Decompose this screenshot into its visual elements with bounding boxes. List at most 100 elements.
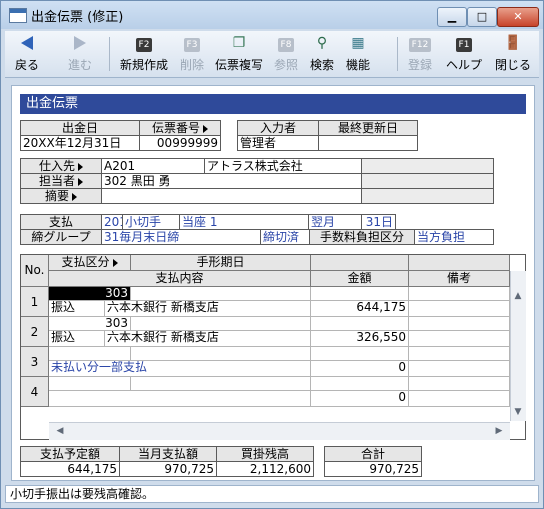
row-bill-date-cell[interactable] <box>131 317 311 331</box>
arrow-left-icon <box>9 33 45 53</box>
back-button[interactable]: 戻る <box>9 33 45 75</box>
arrow-right-icon <box>57 33 103 53</box>
row-empty-cell[interactable] <box>311 347 409 361</box>
new-button[interactable]: F2 新規作成 <box>115 33 173 75</box>
date-field[interactable]: 20XX年12月31日 <box>20 135 140 151</box>
triangle-right-icon <box>203 124 208 133</box>
function-label: 機能 <box>345 58 370 72</box>
row-type-cell[interactable] <box>49 391 311 407</box>
scroll-right-icon[interactable]: ▶ <box>492 424 506 438</box>
month-payment-value: 970,725 <box>119 461 217 477</box>
row-code-cell[interactable]: 303 <box>49 287 131 301</box>
staff-field[interactable]: 302 黒田 勇 <box>101 173 362 189</box>
magnifier-icon: ⚲ <box>316 35 328 51</box>
col-no-header: No. <box>21 255 49 287</box>
payment-code-field[interactable]: 201 <box>101 214 123 230</box>
fee-burden-field[interactable]: 当方負担 <box>414 229 494 245</box>
row-amount-cell[interactable]: 644,175 <box>311 301 409 317</box>
row-empty-cell-2[interactable] <box>409 347 510 361</box>
copy-label: 伝票複写 <box>214 58 263 72</box>
closing-group-field[interactable]: 31毎月末日締 <box>101 229 261 245</box>
reference-button[interactable]: F8 参照 <box>269 33 303 75</box>
toolbar-separator-2 <box>397 37 398 71</box>
last-updated-value <box>318 135 418 151</box>
row-note-cell[interactable] <box>409 301 510 317</box>
row-type-cell[interactable]: 未払い分一部支払 <box>49 361 311 377</box>
row-bank-cell: 六本木銀行 新橋支店 <box>105 301 311 317</box>
row-type-cell[interactable]: 振込 <box>49 301 105 317</box>
close-window-button[interactable]: ✕ <box>497 7 539 27</box>
row-type-cell[interactable]: 振込 <box>49 331 105 347</box>
row-code-cell[interactable] <box>49 347 131 361</box>
row-empty-cell[interactable] <box>311 377 409 391</box>
payment-month-field: 翌月 <box>308 214 362 230</box>
triangle-right-icon <box>72 192 77 201</box>
copy-slip-button[interactable]: ❐ 伝票複写 <box>211 33 267 75</box>
row-number: 1 <box>21 287 49 317</box>
col-pay-type-header[interactable]: 支払区分 <box>49 255 131 271</box>
new-label: 新規作成 <box>119 58 168 72</box>
forward-button[interactable]: 進む <box>57 33 103 75</box>
help-button[interactable]: F1 ヘルプ <box>441 33 487 75</box>
detail-grid: No. 支払区分 手形期日 支払内容 金額 備考 1 303 振込 六本木銀行 … <box>20 254 526 440</box>
toolbar-separator <box>109 37 110 71</box>
total-label: 合計 <box>324 446 422 462</box>
scroll-left-icon[interactable]: ◀ <box>53 424 67 438</box>
row-empty-cell[interactable] <box>311 317 409 331</box>
row-empty-cell-2[interactable] <box>409 317 510 331</box>
horizontal-scrollbar[interactable]: ◀ ▶ <box>49 422 510 440</box>
row-code-cell[interactable]: 303 <box>49 317 131 331</box>
row-amount-cell[interactable]: 0 <box>311 391 409 407</box>
delete-label: 削除 <box>179 58 204 72</box>
f8-key-icon: F8 <box>269 33 303 53</box>
supplier-extra <box>361 158 494 174</box>
memo-label: 摘要 <box>20 188 102 204</box>
row-empty-cell-2[interactable] <box>409 287 510 301</box>
reference-label: 参照 <box>273 58 298 72</box>
f12-key-icon: F12 <box>403 33 437 53</box>
row-bill-date-cell[interactable] <box>131 287 311 301</box>
close-button[interactable]: 🚪 閉じる <box>491 33 535 75</box>
row-empty-cell[interactable] <box>311 287 409 301</box>
search-button[interactable]: ⚲ 検索 <box>305 33 339 75</box>
payable-balance-value: 2,112,600 <box>216 461 314 477</box>
function-button[interactable]: ▦ 機能 <box>341 33 375 75</box>
row-note-cell[interactable] <box>409 331 510 347</box>
f2-key-icon: F2 <box>115 33 173 53</box>
planned-payment-value: 644,175 <box>20 461 120 477</box>
slip-form: 出金伝票 出金日 20XX年12月31日 伝票番号 00999999 入力者 管… <box>11 85 535 481</box>
slip-no-field[interactable]: 00999999 <box>139 135 221 151</box>
register-button[interactable]: F12 登録 <box>403 33 437 75</box>
month-payment-label: 当月支払額 <box>119 446 217 462</box>
row-code-cell[interactable] <box>49 377 131 391</box>
row-amount-cell[interactable]: 326,550 <box>311 331 409 347</box>
vertical-scrollbar[interactable]: ▲ ▼ <box>510 271 526 421</box>
door-exit-icon: 🚪 <box>504 35 522 51</box>
row-number: 4 <box>21 377 49 407</box>
row-note-cell[interactable] <box>409 361 510 377</box>
row-empty-cell-2[interactable] <box>409 377 510 391</box>
minimize-button[interactable]: ▁ <box>437 7 467 27</box>
row-note-cell[interactable] <box>409 391 510 407</box>
maximize-button[interactable]: □ <box>467 7 497 27</box>
scroll-down-icon[interactable]: ▼ <box>511 405 525 419</box>
total-value: 970,725 <box>324 461 422 477</box>
payment-day-field: 31日 <box>361 214 396 230</box>
row-bill-date-cell[interactable] <box>131 377 311 391</box>
payment-type-field: 小切手 <box>122 214 180 230</box>
row-amount-cell[interactable]: 0 <box>311 361 409 377</box>
col-blank-header-2 <box>409 255 510 271</box>
memo-field[interactable] <box>101 188 362 204</box>
closing-group-label: 締グループ <box>20 229 102 245</box>
planned-payment-label: 支払予定額 <box>20 446 120 462</box>
supplier-code-field[interactable]: A201 <box>101 158 205 174</box>
back-label: 戻る <box>14 58 39 72</box>
scroll-up-icon[interactable]: ▲ <box>511 289 525 303</box>
col-blank-header <box>311 255 409 271</box>
row-bill-date-cell[interactable] <box>131 347 311 361</box>
delete-button[interactable]: F3 削除 <box>175 33 209 75</box>
closing-status-field: 締切済 <box>260 229 310 245</box>
toolbar: 戻る 進む F2 新規作成 F3 削除 ❐ 伝票複写 F8 参照 ⚲ 検索 ▦ <box>5 31 539 78</box>
last-updated-label: 最終更新日 <box>318 120 418 136</box>
memo-extra <box>361 188 494 204</box>
